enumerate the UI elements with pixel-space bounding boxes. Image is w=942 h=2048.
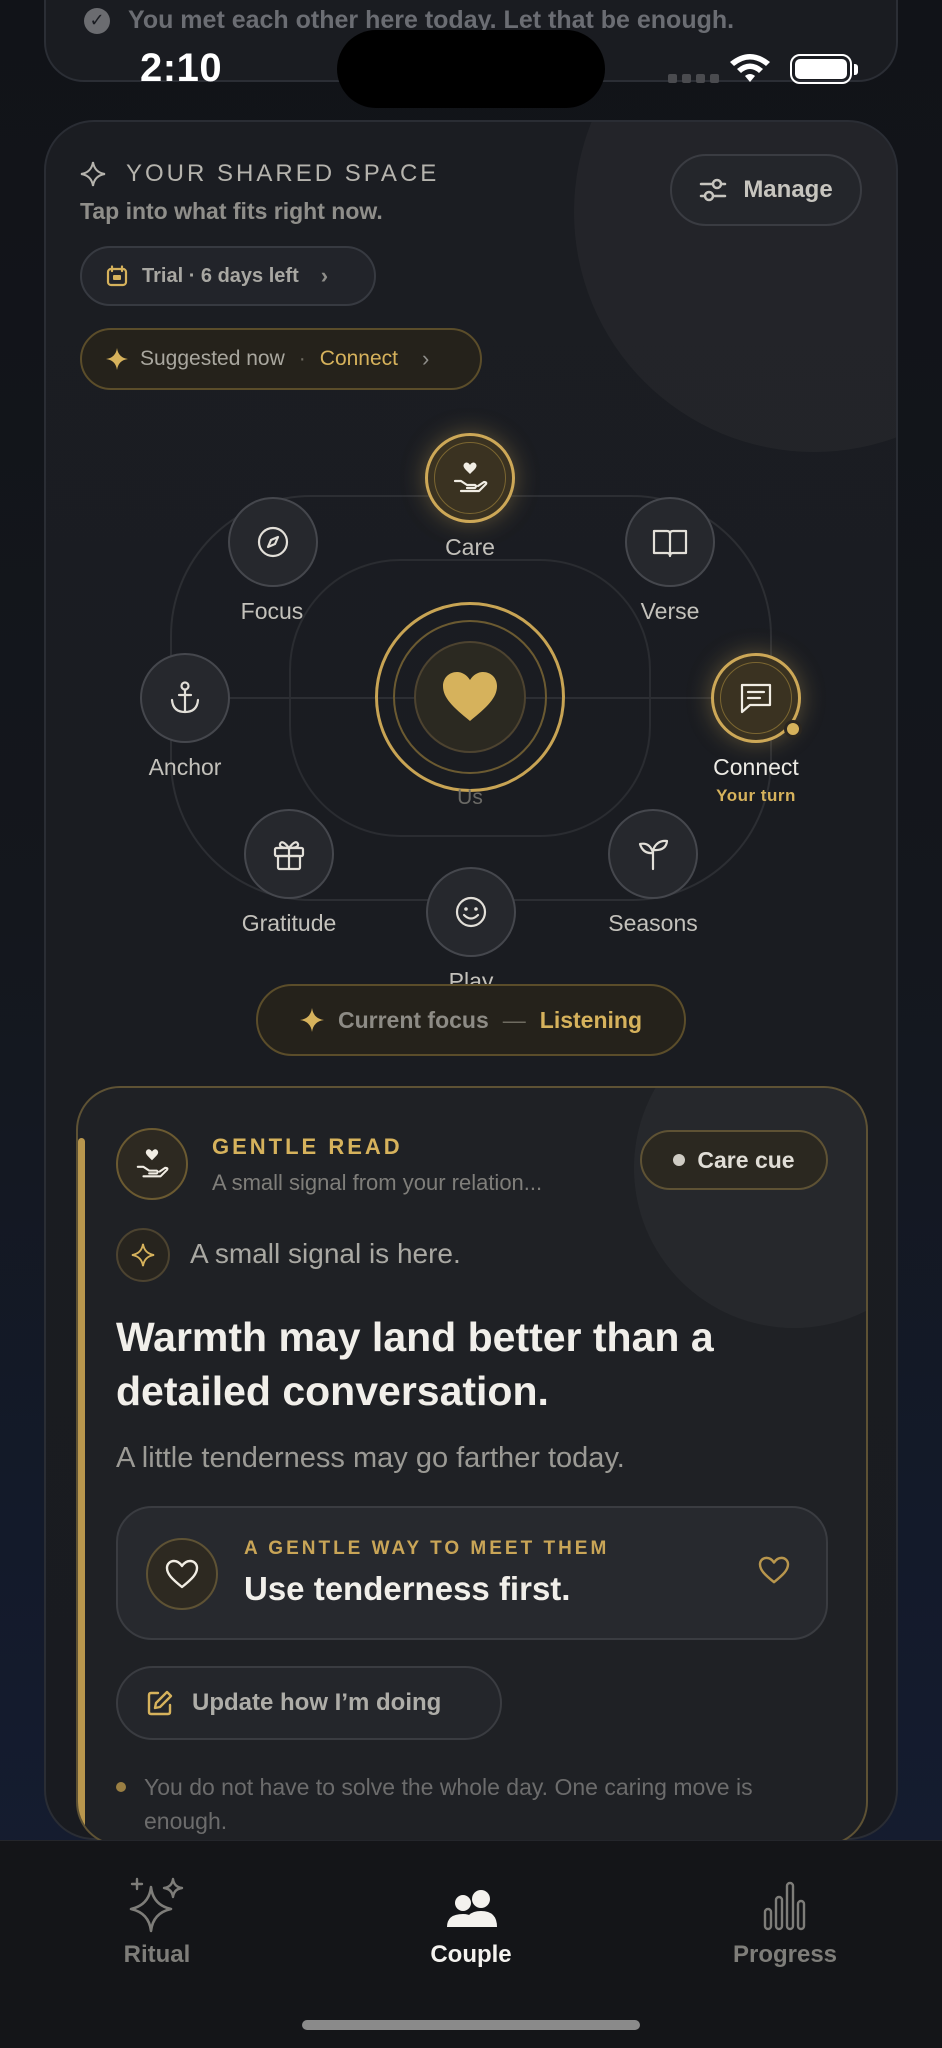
orbit-label-gratitude: Gratitude — [241, 910, 337, 936]
tab-ritual-label: Ritual — [123, 1941, 191, 1968]
center-us-label: Us — [457, 786, 483, 809]
hand-heart-icon — [136, 1149, 169, 1178]
gentle-read-subline: A little tenderness may go farther today… — [116, 1442, 625, 1474]
home-indicator[interactable] — [302, 2020, 640, 2030]
tab-couple[interactable]: Couple — [371, 1877, 571, 1969]
users-icon — [447, 1890, 497, 1927]
gentle-way-kicker: A GENTLE WAY TO MEET THEM — [244, 1538, 610, 1559]
connect-your-turn-badge: Your turn — [716, 786, 796, 805]
orbit-label-anchor: Anchor — [148, 754, 222, 780]
sparkle-icon — [299, 1008, 324, 1032]
gift-icon — [273, 841, 305, 871]
heart-icon — [443, 672, 497, 721]
orbit-node-verse[interactable] — [625, 497, 715, 587]
sparkle-icon — [131, 1243, 155, 1267]
gentle-read-headline: Warmth may land better than a detailed c… — [116, 1314, 714, 1414]
gentle-note: You do not have to solve the whole day. … — [116, 1770, 828, 1838]
sprout-icon — [638, 839, 669, 871]
care-cue-badge: Care cue — [640, 1130, 828, 1190]
connect-notification-dot — [784, 720, 802, 738]
tab-progress-label: Progress — [732, 1941, 838, 1968]
card-accent-bar — [78, 1138, 85, 1844]
update-label: Update how I’m doing — [192, 1689, 442, 1716]
tab-ritual[interactable]: Ritual — [57, 1877, 257, 1969]
current-focus-label: Current focus — [337, 1006, 489, 1033]
heart-outline-icon — [165, 1559, 199, 1589]
update-how-im-doing-button[interactable]: Update how I’m doing — [116, 1666, 502, 1740]
orbit-label-focus: Focus — [240, 598, 304, 624]
gentle-way-text: Use tenderness first. — [244, 1570, 571, 1607]
tab-couple-label: Couple — [430, 1941, 512, 1968]
sparkles-icon — [129, 1877, 184, 1933]
orbit-node-play[interactable] — [426, 867, 516, 957]
hand-heart-icon — [453, 462, 488, 493]
bottom-tab-bar: Ritual Couple Progress — [0, 1840, 942, 2048]
orbit-label-verse: Verse — [640, 598, 700, 624]
orbit-node-gratitude[interactable] — [244, 809, 334, 899]
current-focus-pill[interactable]: Current focus — Listening — [256, 984, 686, 1056]
orbit-label-care: Care — [445, 534, 495, 560]
bullet-dot — [116, 1782, 126, 1792]
current-focus-value: Listening — [539, 1006, 643, 1033]
compass-icon — [257, 526, 289, 558]
orbit-node-seasons[interactable] — [608, 809, 698, 899]
bar-chart-icon — [763, 1881, 806, 1931]
favorite-heart-icon[interactable] — [758, 1556, 790, 1584]
current-focus-dash: — — [502, 1006, 526, 1033]
center-us-button[interactable] — [414, 641, 526, 753]
gentle-note-text: You do not have to solve the whole day. … — [144, 1774, 753, 1834]
orbit-node-care[interactable] — [425, 433, 515, 523]
gentle-way-box[interactable]: A GENTLE WAY TO MEET THEM Use tenderness… — [116, 1506, 828, 1640]
signal-sparkle-icon — [116, 1228, 170, 1282]
anchor-icon — [170, 681, 200, 714]
orbit-node-focus[interactable] — [228, 497, 318, 587]
edit-icon — [147, 1690, 173, 1716]
smile-icon — [455, 896, 487, 928]
book-open-icon — [652, 529, 688, 558]
gentle-read-card[interactable]: GENTLE READ A small signal from your rel… — [76, 1086, 868, 1846]
card-glow-decoration — [634, 1088, 866, 1328]
signal-text: A small signal is here. — [190, 1238, 461, 1269]
care-cue-label: Care cue — [697, 1146, 795, 1173]
badge-dot — [673, 1154, 686, 1166]
gentle-read-title: GENTLE READ — [212, 1134, 403, 1159]
message-square-icon — [740, 683, 772, 714]
gentle-way-icon — [146, 1538, 218, 1610]
orbit-label-connect: Connect — [713, 754, 799, 780]
orbit-label-seasons: Seasons — [608, 910, 698, 936]
gentle-read-icon — [116, 1128, 188, 1200]
gentle-read-subtitle: A small signal from your relation... — [212, 1170, 543, 1195]
tab-progress[interactable]: Progress — [685, 1877, 885, 1969]
orbit-node-anchor[interactable] — [140, 653, 230, 743]
